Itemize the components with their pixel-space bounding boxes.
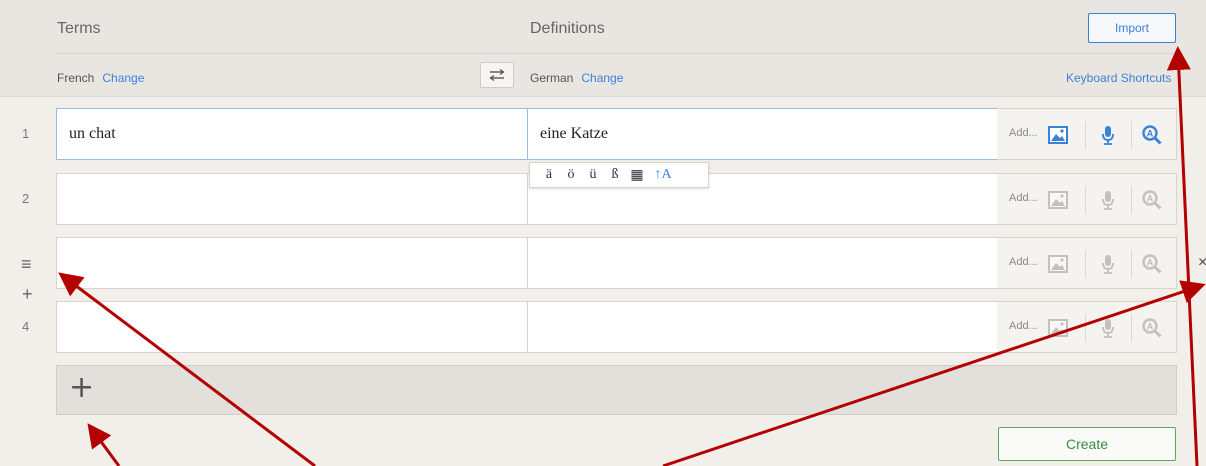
row-number: 2 bbox=[22, 191, 30, 206]
add-image-button[interactable] bbox=[1047, 124, 1069, 146]
term-input[interactable] bbox=[56, 237, 528, 289]
tool-divider bbox=[1085, 186, 1086, 214]
image-icon bbox=[1048, 255, 1068, 273]
insert-row-icon[interactable]: + bbox=[22, 284, 33, 305]
add-audio-button[interactable] bbox=[1097, 124, 1119, 146]
definition-language-label: German bbox=[530, 71, 574, 85]
create-button[interactable]: Create bbox=[998, 427, 1176, 461]
term-input[interactable] bbox=[56, 301, 528, 353]
tool-divider bbox=[1131, 121, 1132, 149]
row-number: 4 bbox=[22, 319, 30, 334]
swap-languages-button[interactable] bbox=[480, 62, 514, 88]
delete-row-icon[interactable]: × bbox=[1198, 254, 1206, 272]
term-language-change-link[interactable]: Change bbox=[102, 71, 144, 85]
tool-divider bbox=[1131, 314, 1132, 342]
tool-divider bbox=[1131, 250, 1132, 278]
add-media-label: Add... bbox=[1009, 192, 1038, 204]
definition-input[interactable] bbox=[527, 237, 998, 289]
term-language-label: French bbox=[57, 71, 95, 85]
image-icon bbox=[1048, 319, 1068, 337]
search-icon: A bbox=[1142, 254, 1162, 274]
search-icon: A bbox=[1142, 125, 1162, 145]
search-icon: A bbox=[1142, 190, 1162, 210]
accent-toolbar: ä ö ü ß ▦ ↑A bbox=[529, 162, 709, 188]
accent-uppercase-toggle[interactable]: ↑A bbox=[648, 167, 678, 183]
add-image-button[interactable] bbox=[1047, 189, 1069, 211]
microphone-icon bbox=[1102, 319, 1114, 338]
search-images-button[interactable]: A bbox=[1141, 124, 1163, 146]
microphone-icon bbox=[1102, 126, 1114, 145]
search-images-button[interactable]: A bbox=[1141, 317, 1163, 339]
add-media-label: Add... bbox=[1009, 320, 1038, 332]
definition-language: German Change bbox=[530, 71, 623, 85]
tool-divider bbox=[1131, 186, 1132, 214]
row-tools: Add... A bbox=[997, 173, 1177, 225]
add-media-label: Add... bbox=[1009, 256, 1038, 268]
import-button[interactable]: Import bbox=[1088, 13, 1176, 43]
svg-text:A: A bbox=[1147, 258, 1154, 268]
tool-divider bbox=[1085, 250, 1086, 278]
microphone-icon bbox=[1102, 191, 1114, 210]
term-input[interactable]: un chat bbox=[56, 108, 528, 160]
annotation-arrow bbox=[87, 423, 121, 466]
add-card-button[interactable]: + bbox=[56, 365, 1177, 415]
add-image-button[interactable] bbox=[1047, 253, 1069, 275]
plus-icon: + bbox=[69, 370, 95, 405]
accent-char-u-umlaut[interactable]: ü bbox=[582, 167, 604, 183]
definition-input[interactable]: eine Katze bbox=[527, 108, 998, 160]
search-images-button[interactable]: A bbox=[1141, 189, 1163, 211]
card-row: 1 un chat eine Katze Add... A bbox=[0, 108, 1206, 160]
row-tools: Add... A bbox=[997, 301, 1177, 353]
card-row: Add... A bbox=[0, 237, 1206, 289]
svg-text:A: A bbox=[1147, 129, 1154, 139]
accent-char-eszett[interactable]: ß bbox=[604, 167, 626, 183]
term-language: French Change bbox=[57, 71, 144, 85]
keyboard-shortcuts-link[interactable]: Keyboard Shortcuts bbox=[1066, 71, 1171, 85]
card-row: 4 Add... A bbox=[0, 301, 1206, 353]
search-icon: A bbox=[1142, 318, 1162, 338]
row-tools: Add... A bbox=[997, 108, 1177, 160]
row-tools: Add... A bbox=[997, 237, 1177, 289]
search-images-button[interactable]: A bbox=[1141, 253, 1163, 275]
accent-char-o-umlaut[interactable]: ö bbox=[560, 167, 582, 183]
svg-text:A: A bbox=[1147, 322, 1154, 332]
row-number: 1 bbox=[22, 126, 30, 141]
tool-divider bbox=[1085, 314, 1086, 342]
add-audio-button[interactable] bbox=[1097, 253, 1119, 275]
accent-char-pin-icon[interactable]: ▦ bbox=[626, 167, 648, 184]
image-icon bbox=[1048, 191, 1068, 209]
term-input[interactable] bbox=[56, 173, 528, 225]
svg-text:A: A bbox=[1147, 194, 1154, 204]
header-divider bbox=[56, 53, 1178, 54]
accent-char-a-umlaut[interactable]: ä bbox=[538, 167, 560, 183]
image-icon bbox=[1048, 126, 1068, 144]
add-audio-button[interactable] bbox=[1097, 189, 1119, 211]
definition-language-change-link[interactable]: Change bbox=[581, 71, 623, 85]
tool-divider bbox=[1085, 121, 1086, 149]
add-media-label: Add... bbox=[1009, 127, 1038, 139]
terms-title: Terms bbox=[57, 20, 101, 37]
microphone-icon bbox=[1102, 255, 1114, 274]
definition-input[interactable] bbox=[527, 301, 998, 353]
swap-languages-icon bbox=[489, 69, 505, 81]
add-audio-button[interactable] bbox=[1097, 317, 1119, 339]
drag-handle-icon[interactable]: ≡ bbox=[21, 254, 32, 275]
add-image-button[interactable] bbox=[1047, 317, 1069, 339]
editor-header: Terms Definitions French Change German Cha… bbox=[0, 0, 1206, 97]
definitions-title: Definitions bbox=[530, 20, 605, 37]
